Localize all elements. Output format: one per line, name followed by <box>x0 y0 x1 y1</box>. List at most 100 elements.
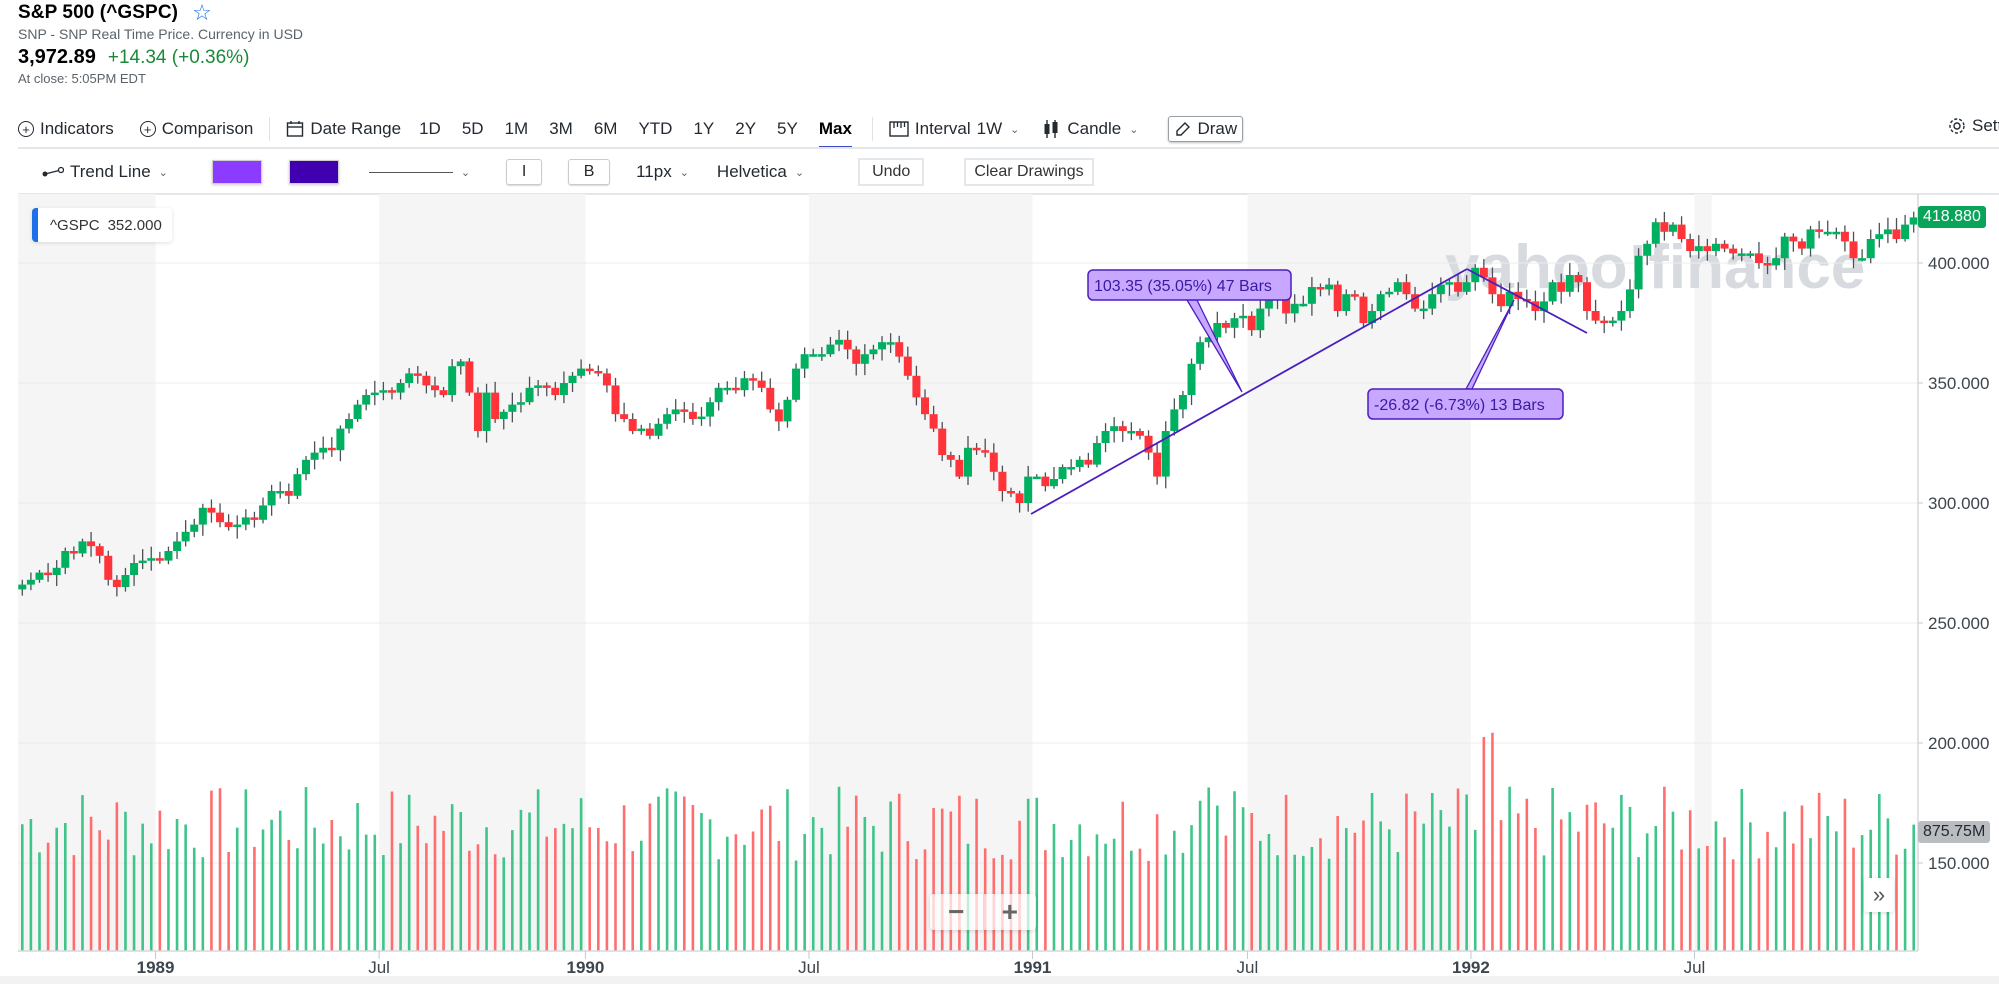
candle-body <box>18 584 27 590</box>
candle-body <box>1049 479 1058 487</box>
range-1m[interactable]: 1M <box>505 110 529 148</box>
candle-body <box>903 356 912 376</box>
clear-drawings-button[interactable]: Clear Drawings <box>964 158 1094 186</box>
candle-body <box>878 342 887 350</box>
candle-body <box>1866 239 1875 259</box>
candle-body <box>52 567 61 575</box>
candle-body <box>138 560 147 564</box>
pencil-icon <box>1176 122 1191 136</box>
candle-body <box>946 455 955 460</box>
range-2y[interactable]: 2Y <box>735 110 756 148</box>
undo-button[interactable]: Undo <box>858 158 925 186</box>
range-5y[interactable]: 5Y <box>777 110 798 148</box>
legend-symbol: ^GSPC <box>50 216 100 234</box>
range-3m[interactable]: 3M <box>549 110 573 148</box>
interval-dropdown[interactable]: Interval 1W ⌄ <box>889 110 1019 148</box>
y-tick-label: 350.000 <box>1928 374 1989 393</box>
candle-body <box>465 361 474 393</box>
candle-body <box>1187 363 1196 395</box>
font-dropdown[interactable]: Helvetica ⌄ <box>717 153 804 191</box>
candle-body <box>112 579 121 587</box>
candle-body <box>1247 315 1256 331</box>
ruler-icon <box>889 121 909 137</box>
italic-button[interactable]: I <box>506 159 543 185</box>
indicators-button[interactable]: + Indicators <box>18 110 114 148</box>
candle-body <box>1832 231 1841 235</box>
x-tick-label: Jul <box>1684 958 1706 976</box>
x-tick-label: 1989 <box>137 958 175 976</box>
y-tick-label: 250.000 <box>1928 614 1989 633</box>
candle-body <box>104 555 113 580</box>
candle-body <box>344 419 353 429</box>
bottom-strip <box>0 976 1999 984</box>
candle-body <box>1299 303 1308 307</box>
candle-body <box>1428 294 1437 309</box>
candle-body <box>1901 224 1910 239</box>
shaded-band <box>1247 194 1471 951</box>
chevron-down-icon: ⌄ <box>1010 123 1020 136</box>
candle-body <box>1668 224 1677 232</box>
range-1y[interactable]: 1Y <box>693 110 714 148</box>
range-ytd[interactable]: YTD <box>638 110 672 148</box>
candle-body <box>723 387 732 391</box>
font-size-label: 11px <box>636 162 672 181</box>
chevron-down-icon: ⌄ <box>1129 123 1139 136</box>
candle-icon <box>1044 120 1058 138</box>
price-change: +14.34 (+0.36%) <box>107 47 250 68</box>
candle-body <box>929 414 938 429</box>
candle-body <box>405 373 414 383</box>
candle-body <box>1256 308 1265 331</box>
candle-body <box>422 375 431 386</box>
candle-body <box>749 378 758 381</box>
draw-button[interactable]: Draw <box>1168 116 1244 142</box>
range-1d[interactable]: 1D <box>419 110 441 148</box>
candle-body <box>981 450 990 453</box>
bold-button[interactable]: B <box>568 159 611 185</box>
candle-body <box>1101 431 1110 443</box>
candle-body <box>1840 231 1849 242</box>
font-size-dropdown[interactable]: 11px ⌄ <box>636 153 689 191</box>
star-icon[interactable]: ☆ <box>192 2 212 24</box>
candle-body <box>1092 443 1101 465</box>
candle-body <box>130 563 139 575</box>
trend-line-dropdown[interactable]: Trend Line ⌄ <box>42 153 168 191</box>
price-chart[interactable]: yahoo!finance 103.35 (35.05%) 47 Bars-26… <box>0 194 1999 976</box>
candle-body <box>1617 311 1626 321</box>
fill-color-swatch[interactable] <box>211 160 262 184</box>
candle-body <box>577 368 586 376</box>
line-style-dropdown[interactable]: ⌄ <box>368 153 470 191</box>
range-5d[interactable]: 5D <box>462 110 484 148</box>
candle-body <box>1677 224 1686 239</box>
chart-type-dropdown[interactable]: Candle ⌄ <box>1041 110 1138 148</box>
zoom-out-button[interactable]: − <box>930 894 984 930</box>
zoom-in-button[interactable]: + <box>984 894 1037 930</box>
candle-body <box>1797 241 1806 249</box>
candle-body <box>602 373 611 386</box>
candle-body <box>921 397 930 415</box>
interval-value: 1W <box>976 119 1003 138</box>
candle-body <box>1170 409 1179 431</box>
range-6m[interactable]: 6M <box>594 110 618 148</box>
candle-body <box>190 524 199 532</box>
candle-body <box>353 404 362 419</box>
comparison-button[interactable]: + Comparison <box>139 110 253 148</box>
range-max[interactable]: Max <box>818 110 852 149</box>
candle-body <box>611 385 620 415</box>
settings-button[interactable]: Settings <box>1948 116 1999 136</box>
scroll-to-end-button[interactable]: » <box>1864 878 1894 912</box>
candle-body <box>671 409 680 415</box>
chevron-down-icon: ⌄ <box>158 166 168 179</box>
candle-body <box>1746 253 1755 256</box>
candle-body <box>843 339 852 350</box>
chevron-down-icon: ⌄ <box>679 166 689 179</box>
candle-body <box>774 409 783 422</box>
x-tick-label: Jul <box>368 958 390 976</box>
candle-body <box>1221 323 1230 328</box>
callout-label-rise: 103.35 (35.05%) 47 Bars <box>1094 278 1272 295</box>
y-tick-label: 150.000 <box>1928 854 1989 873</box>
candle-body <box>585 368 594 372</box>
candle-body <box>1565 275 1574 292</box>
line-color-swatch[interactable] <box>288 160 339 184</box>
candle-body <box>516 402 525 405</box>
date-range-button[interactable]: Date Range <box>286 110 401 148</box>
